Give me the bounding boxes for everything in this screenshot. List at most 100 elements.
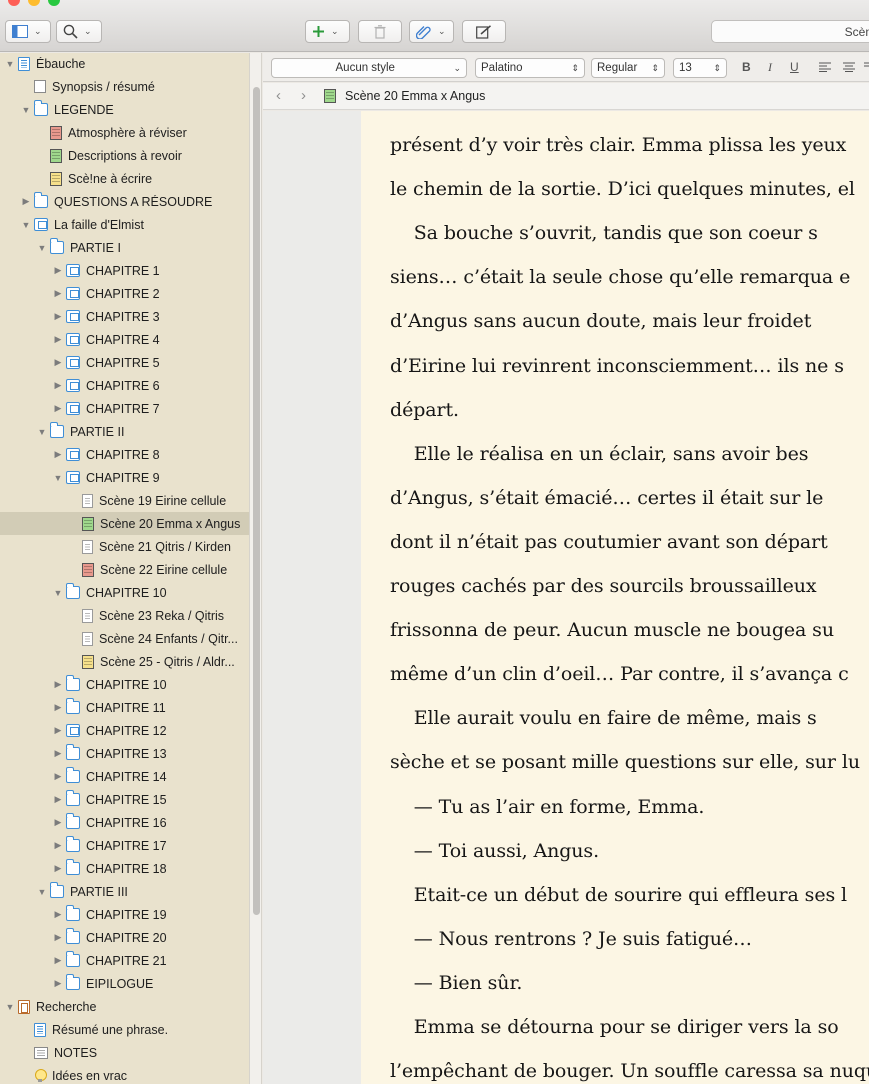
binder-item[interactable]: ▶ CHAPITRE 13: [0, 742, 249, 765]
binder-item[interactable]: ▼ Ébauche: [0, 53, 249, 75]
font-family-select[interactable]: Palatino ⇕: [475, 58, 585, 78]
minimize-window-button[interactable]: [28, 0, 40, 6]
binder-scrollbar[interactable]: [249, 53, 262, 1084]
binder-item[interactable]: Résumé une phrase.: [0, 1018, 249, 1041]
binder-item[interactable]: ▶ CHAPITRE 10: [0, 673, 249, 696]
search-menu-button[interactable]: ⌄: [56, 20, 102, 43]
binder-item[interactable]: Scène 21 Qitris / Kirden: [0, 535, 249, 558]
disclosure-open-icon[interactable]: ▼: [20, 219, 32, 231]
binder-item[interactable]: ▶ CHAPITRE 14: [0, 765, 249, 788]
binder-item[interactable]: ▼ CHAPITRE 10: [0, 581, 249, 604]
binder-item[interactable]: ▶ CHAPITRE 17: [0, 834, 249, 857]
italic-button[interactable]: I: [768, 60, 772, 75]
disclosure-open-icon[interactable]: ▼: [52, 587, 64, 599]
disclosure-closed-icon[interactable]: ▶: [52, 771, 64, 783]
disclosure-open-icon[interactable]: ▼: [4, 58, 16, 70]
binder-item[interactable]: ▶ CHAPITRE 19: [0, 903, 249, 926]
disclosure-closed-icon[interactable]: ▶: [52, 380, 64, 392]
disclosure-open-icon[interactable]: ▼: [36, 426, 48, 438]
binder-item[interactable]: ▼ PARTIE II: [0, 420, 249, 443]
disclosure-closed-icon[interactable]: ▶: [52, 978, 64, 990]
disclosure-closed-icon[interactable]: ▶: [52, 357, 64, 369]
binder-item[interactable]: ▶ CHAPITRE 8: [0, 443, 249, 466]
binder-item[interactable]: Scène 19 Eirine cellule: [0, 489, 249, 512]
disclosure-closed-icon[interactable]: ▶: [52, 794, 64, 806]
binder-item[interactable]: ▼ PARTIE I: [0, 236, 249, 259]
disclosure-open-icon[interactable]: ▼: [36, 886, 48, 898]
binder-item[interactable]: Idées en vrac: [0, 1064, 249, 1084]
align-right-icon[interactable]: [864, 62, 869, 72]
binder-item[interactable]: ▼ Recherche: [0, 995, 249, 1018]
disclosure-closed-icon[interactable]: ▶: [52, 840, 64, 852]
binder-item[interactable]: NOTES: [0, 1041, 249, 1064]
binder-item[interactable]: Scène 22 Eirine cellule: [0, 558, 249, 581]
bold-button[interactable]: B: [742, 60, 751, 74]
chevron-left-icon[interactable]: ‹: [276, 87, 281, 104]
binder-item[interactable]: ▶ CHAPITRE 7: [0, 397, 249, 420]
toolbar-search-field[interactable]: Scèn: [711, 20, 869, 43]
binder-item[interactable]: ▶ CHAPITRE 21: [0, 949, 249, 972]
disclosure-closed-icon[interactable]: ▶: [52, 265, 64, 277]
align-left-icon[interactable]: [819, 62, 831, 72]
zoom-window-button[interactable]: [48, 0, 60, 6]
binder-item[interactable]: Scène 20 Emma x Angus: [0, 512, 249, 535]
binder-item[interactable]: ▶ CHAPITRE 2: [0, 282, 249, 305]
binder-item[interactable]: ▶ CHAPITRE 15: [0, 788, 249, 811]
disclosure-closed-icon[interactable]: ▶: [52, 725, 64, 737]
view-mode-button[interactable]: ⌄: [5, 20, 51, 43]
binder-item[interactable]: ▶ CHAPITRE 16: [0, 811, 249, 834]
disclosure-open-icon[interactable]: ▼: [4, 1001, 16, 1013]
disclosure-closed-icon[interactable]: ▶: [52, 403, 64, 415]
binder-item[interactable]: ▶ CHAPITRE 11: [0, 696, 249, 719]
binder-item[interactable]: ▶ EIPILOGUE: [0, 972, 249, 995]
binder-item[interactable]: ▼ LEGENDE: [0, 98, 249, 121]
attachment-button[interactable]: ⌄: [409, 20, 454, 43]
binder-item[interactable]: Scène 23 Reka / Qitris: [0, 604, 249, 627]
disclosure-open-icon[interactable]: ▼: [20, 104, 32, 116]
binder-item[interactable]: ▶ CHAPITRE 4: [0, 328, 249, 351]
binder-item[interactable]: Scène 24 Enfants / Qitr...: [0, 627, 249, 650]
disclosure-open-icon[interactable]: ▼: [52, 472, 64, 484]
binder-item[interactable]: ▶ CHAPITRE 18: [0, 857, 249, 880]
chevron-right-icon[interactable]: ›: [301, 87, 306, 104]
binder-item[interactable]: Scè!ne à écrire: [0, 167, 249, 190]
binder-item[interactable]: ▼ CHAPITRE 9: [0, 466, 249, 489]
disclosure-closed-icon[interactable]: ▶: [52, 932, 64, 944]
underline-button[interactable]: U: [790, 60, 799, 74]
binder-item[interactable]: ▶ QUESTIONS A RÉSOUDRE: [0, 190, 249, 213]
binder-scrollbar-thumb[interactable]: [253, 87, 260, 915]
disclosure-closed-icon[interactable]: ▶: [52, 863, 64, 875]
disclosure-closed-icon[interactable]: ▶: [52, 817, 64, 829]
disclosure-open-icon[interactable]: ▼: [36, 242, 48, 254]
disclosure-closed-icon[interactable]: ▶: [52, 955, 64, 967]
binder-item[interactable]: Atmosphère à réviser: [0, 121, 249, 144]
binder-item[interactable]: ▶ CHAPITRE 5: [0, 351, 249, 374]
disclosure-closed-icon[interactable]: ▶: [20, 196, 32, 208]
align-center-icon[interactable]: [843, 62, 855, 72]
disclosure-closed-icon[interactable]: ▶: [52, 679, 64, 691]
font-size-select[interactable]: 13 ⇕: [673, 58, 727, 78]
font-weight-select[interactable]: Regular ⇕: [591, 58, 665, 78]
disclosure-closed-icon[interactable]: ▶: [52, 311, 64, 323]
compose-button[interactable]: [462, 20, 506, 43]
binder-item[interactable]: ▶ CHAPITRE 3: [0, 305, 249, 328]
binder-item[interactable]: ▶ CHAPITRE 20: [0, 926, 249, 949]
binder-item[interactable]: ▼ PARTIE III: [0, 880, 249, 903]
disclosure-closed-icon[interactable]: ▶: [52, 334, 64, 346]
binder-item[interactable]: Scène 25 - Qitris / Aldr...: [0, 650, 249, 673]
paragraph-style-select[interactable]: Aucun style ⌄: [271, 58, 467, 78]
disclosure-closed-icon[interactable]: ▶: [52, 909, 64, 921]
binder-item[interactable]: ▶ CHAPITRE 6: [0, 374, 249, 397]
disclosure-closed-icon[interactable]: ▶: [52, 288, 64, 300]
binder-item[interactable]: ▼ La faille d'Elmist: [0, 213, 249, 236]
editor-page[interactable]: présent d’y voir très clair. Emma plissa…: [361, 111, 869, 1084]
disclosure-closed-icon[interactable]: ▶: [52, 449, 64, 461]
disclosure-closed-icon[interactable]: ▶: [52, 702, 64, 714]
disclosure-closed-icon[interactable]: ▶: [52, 748, 64, 760]
binder-item[interactable]: Synopsis / résumé: [0, 75, 249, 98]
trash-button[interactable]: [358, 20, 402, 43]
binder-item[interactable]: ▶ CHAPITRE 1: [0, 259, 249, 282]
close-window-button[interactable]: [8, 0, 20, 6]
add-item-button[interactable]: ⌄: [305, 20, 350, 43]
binder-item[interactable]: ▶ CHAPITRE 12: [0, 719, 249, 742]
